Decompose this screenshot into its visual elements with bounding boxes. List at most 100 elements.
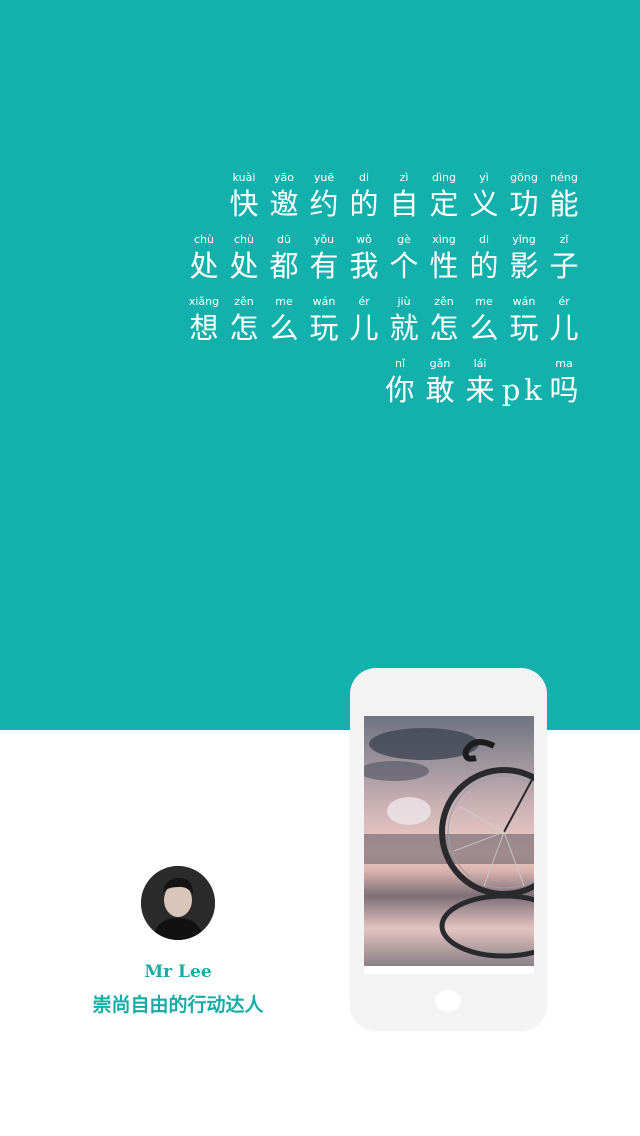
hanzi-glyph: 儿 xyxy=(349,311,379,345)
pinyin-annotation: lái xyxy=(473,357,487,370)
bicycle-photo-icon xyxy=(364,716,534,974)
hanzi-glyph: 吗 xyxy=(549,373,579,407)
hanzi-glyph: 怎 xyxy=(229,311,259,345)
poem-character: me 么 xyxy=(264,294,304,346)
poem-character: xìng 性 xyxy=(424,232,464,284)
poem-character: wán 玩 xyxy=(504,294,544,346)
hanzi-glyph: 处 xyxy=(189,249,219,283)
pinyin-annotation: gè xyxy=(397,233,411,246)
poem-line: xiǎng 想 zěn 怎 me 么 wán 玩 ér 儿 jiù 就 zěn 怎 me 么 wán 玩 ér 儿 xyxy=(184,294,584,346)
poem-character: di 的 xyxy=(344,170,384,222)
pinyin-annotation: yāo xyxy=(274,171,294,184)
pinyin-annotation: dū xyxy=(277,233,291,246)
pinyin-annotation: xìng xyxy=(432,233,456,246)
pinyin-annotation: néng xyxy=(550,171,578,184)
hanzi-glyph: 性 xyxy=(429,249,459,283)
hanzi-glyph: 子 xyxy=(549,249,579,283)
poem-character: jiù 就 xyxy=(384,294,424,346)
poem-character: kuài 快 xyxy=(224,170,264,222)
pinyin-annotation: zǐ xyxy=(559,233,569,246)
hanzi-glyph: 有 xyxy=(309,249,339,283)
hanzi-glyph: 影 xyxy=(509,249,539,283)
poem-character: yāo 邀 xyxy=(264,170,304,222)
pinyin-annotation: di xyxy=(358,171,370,184)
hanzi-glyph: 敢 xyxy=(425,373,455,407)
pinyin-poem: kuài 快 yāo 邀 yuē 约 di 的 zì 自 dìng 定 yì 义 gōng 功 néng 能 chù… xyxy=(184,170,584,418)
poem-character: yì 义 xyxy=(464,170,504,222)
user-portrait-icon xyxy=(141,866,215,940)
pinyin-annotation: wán xyxy=(312,295,336,308)
poem-character: di 的 xyxy=(464,232,504,284)
pinyin-annotation: ma xyxy=(555,357,573,370)
avatar[interactable] xyxy=(141,866,215,940)
poem-character: zì 自 xyxy=(384,170,424,222)
hanzi-glyph: 自 xyxy=(389,187,419,221)
poem-character: k xyxy=(522,356,544,408)
poem-character: nǐ 你 xyxy=(380,356,420,408)
poem-character: lái 来 xyxy=(460,356,500,408)
pinyin-annotation: zěn xyxy=(434,295,454,308)
poem-character: wán 玩 xyxy=(304,294,344,346)
poem-character: gè 个 xyxy=(384,232,424,284)
pinyin-annotation: yǐng xyxy=(512,233,536,246)
hanzi-glyph: 都 xyxy=(269,249,299,283)
hanzi-glyph: 邀 xyxy=(269,187,299,221)
phone-mockup xyxy=(350,668,547,1030)
pinyin-annotation: jiù xyxy=(397,295,411,308)
poem-character: ma 吗 xyxy=(544,356,584,408)
pinyin-annotation: yuē xyxy=(313,171,335,184)
hanzi-glyph: 约 xyxy=(309,187,339,221)
poem-character: xiǎng 想 xyxy=(184,294,224,346)
poem-character: wǒ 我 xyxy=(344,232,384,284)
hanzi-glyph: 个 xyxy=(389,249,419,283)
hanzi-glyph: 么 xyxy=(269,311,299,345)
pinyin-annotation: chù xyxy=(194,233,214,246)
poem-character: gōng 功 xyxy=(504,170,544,222)
poem-line: nǐ 你 gǎn 敢 lái 来 p k ma 吗 xyxy=(380,356,584,408)
hanzi-glyph: 定 xyxy=(429,187,459,221)
pinyin-annotation: ér xyxy=(558,295,570,308)
profile-tagline: 崇尚自由的行动达人 xyxy=(92,994,264,1016)
poem-character: yǐng 影 xyxy=(504,232,544,284)
hanzi-glyph: 么 xyxy=(469,311,499,345)
poem-line: chù 处 chù 处 dū 都 yǒu 有 wǒ 我 gè 个 xìng 性 di 的 yǐng 影 zǐ 子 xyxy=(184,232,584,284)
poem-character: ér 儿 xyxy=(544,294,584,346)
pinyin-annotation: zěn xyxy=(234,295,254,308)
poem-character: ér 儿 xyxy=(344,294,384,346)
pinyin-annotation: zì xyxy=(399,171,409,184)
poem-character: yǒu 有 xyxy=(304,232,344,284)
hanzi-glyph: 义 xyxy=(469,187,499,221)
pinyin-annotation: wán xyxy=(512,295,536,308)
poem-character: néng 能 xyxy=(544,170,584,222)
hanzi-glyph: 怎 xyxy=(429,311,459,345)
poem-character: yuē 约 xyxy=(304,170,344,222)
poem-character: dìng 定 xyxy=(424,170,464,222)
pinyin-annotation: kuài xyxy=(232,171,256,184)
hanzi-glyph: 来 xyxy=(465,373,495,407)
hanzi-glyph: 儿 xyxy=(549,311,579,345)
poem-character: chù 处 xyxy=(224,232,264,284)
poem-character: chù 处 xyxy=(184,232,224,284)
hanzi-glyph: 的 xyxy=(469,249,499,283)
hanzi-glyph: 我 xyxy=(349,249,379,283)
phone-screen-photo xyxy=(364,716,534,974)
poem-character: p xyxy=(500,356,522,408)
hanzi-glyph: 的 xyxy=(349,187,379,221)
home-button-icon[interactable] xyxy=(435,990,461,1012)
hanzi-glyph: p xyxy=(501,373,521,407)
hanzi-glyph: 快 xyxy=(229,187,259,221)
pinyin-annotation: yǒu xyxy=(313,233,335,246)
pinyin-annotation: xiǎng xyxy=(188,295,220,308)
pinyin-annotation: chù xyxy=(234,233,254,246)
pinyin-annotation: nǐ xyxy=(394,357,406,370)
hanzi-glyph: 处 xyxy=(229,249,259,283)
hanzi-glyph: 就 xyxy=(389,311,419,345)
poem-character: gǎn 敢 xyxy=(420,356,460,408)
hanzi-glyph: 你 xyxy=(385,373,415,407)
pinyin-annotation: wǒ xyxy=(356,233,372,246)
pinyin-annotation: di xyxy=(478,233,490,246)
hanzi-glyph: k xyxy=(524,373,542,407)
hanzi-glyph: 玩 xyxy=(309,311,339,345)
pinyin-annotation: ér xyxy=(358,295,370,308)
hanzi-glyph: 玩 xyxy=(509,311,539,345)
